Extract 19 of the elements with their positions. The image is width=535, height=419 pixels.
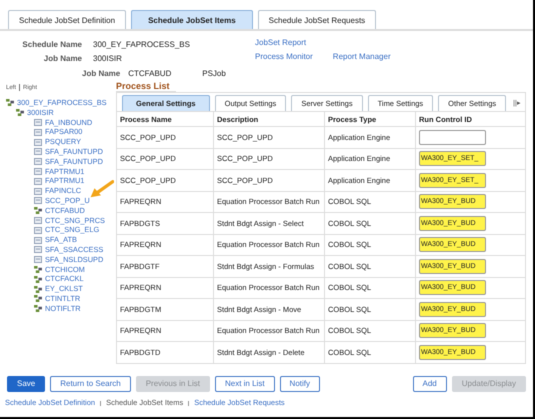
jobset-report-link[interactable]: JobSet Report xyxy=(255,38,391,47)
field-value: 300_EY_FAPROCESS_BS xyxy=(93,40,190,49)
page-tab[interactable]: Schedule JobSet Requests xyxy=(258,10,376,29)
field-value: CTCFABUD xyxy=(128,69,172,80)
page-tab[interactable]: Schedule JobSet Definition xyxy=(8,10,126,29)
field-label: Job Name xyxy=(82,69,120,80)
field-value: 300ISIR xyxy=(93,54,122,63)
report-manager-link[interactable]: Report Manager xyxy=(332,52,391,61)
action-button[interactable]: Notify xyxy=(280,376,320,392)
field-label: Job Name xyxy=(42,54,82,63)
field-label: Schedule Name xyxy=(21,40,82,49)
action-button[interactable]: Next in List xyxy=(214,376,275,392)
job-type: PSJob xyxy=(202,69,226,80)
action-button[interactable]: Add xyxy=(412,376,447,392)
action-button[interactable]: Return to Search xyxy=(50,376,131,392)
process-monitor-link[interactable]: Process Monitor xyxy=(255,52,313,61)
page-tab[interactable]: Schedule JobSet Items xyxy=(131,10,253,29)
action-button[interactable]: Save xyxy=(7,376,46,392)
section-title: Process List xyxy=(116,81,176,92)
